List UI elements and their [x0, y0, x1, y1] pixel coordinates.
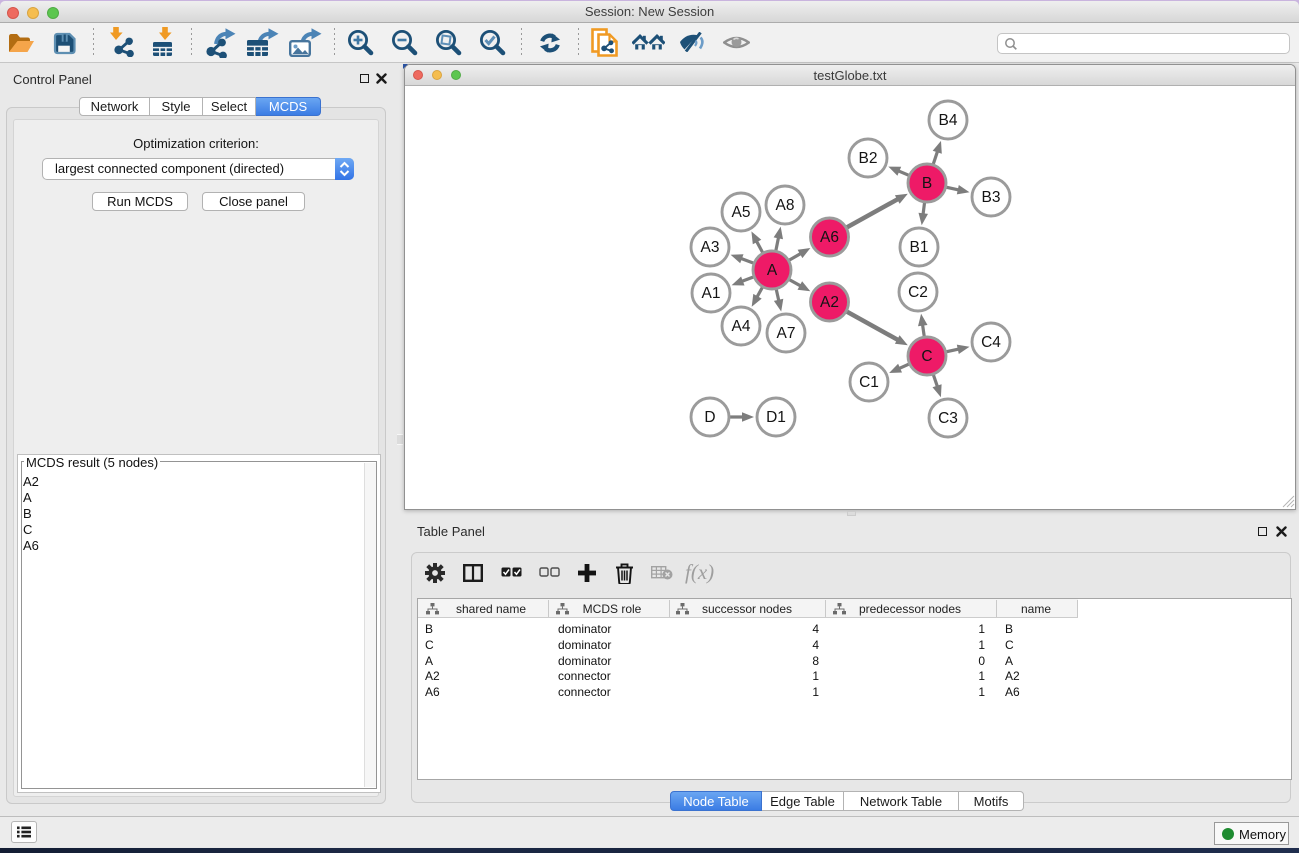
svg-text:C2: C2 [908, 284, 928, 301]
svg-text:A7: A7 [777, 325, 796, 342]
svg-text:B2: B2 [859, 150, 878, 167]
svg-text:B4: B4 [939, 112, 958, 129]
svg-text:A4: A4 [732, 318, 751, 335]
svg-text:A5: A5 [732, 204, 751, 221]
svg-text:A1: A1 [702, 285, 721, 302]
svg-text:D: D [704, 409, 715, 426]
svg-text:B1: B1 [910, 239, 929, 256]
svg-text:C3: C3 [938, 410, 958, 427]
svg-text:C1: C1 [859, 374, 879, 391]
svg-text:A2: A2 [820, 294, 839, 311]
svg-text:C4: C4 [981, 334, 1001, 351]
svg-text:A6: A6 [820, 229, 839, 246]
svg-text:C: C [921, 348, 932, 365]
svg-text:B3: B3 [982, 189, 1001, 206]
svg-text:A: A [767, 262, 778, 279]
svg-text:D1: D1 [766, 409, 786, 426]
svg-text:B: B [922, 175, 932, 192]
svg-text:A8: A8 [776, 197, 795, 214]
svg-text:A3: A3 [701, 239, 720, 256]
